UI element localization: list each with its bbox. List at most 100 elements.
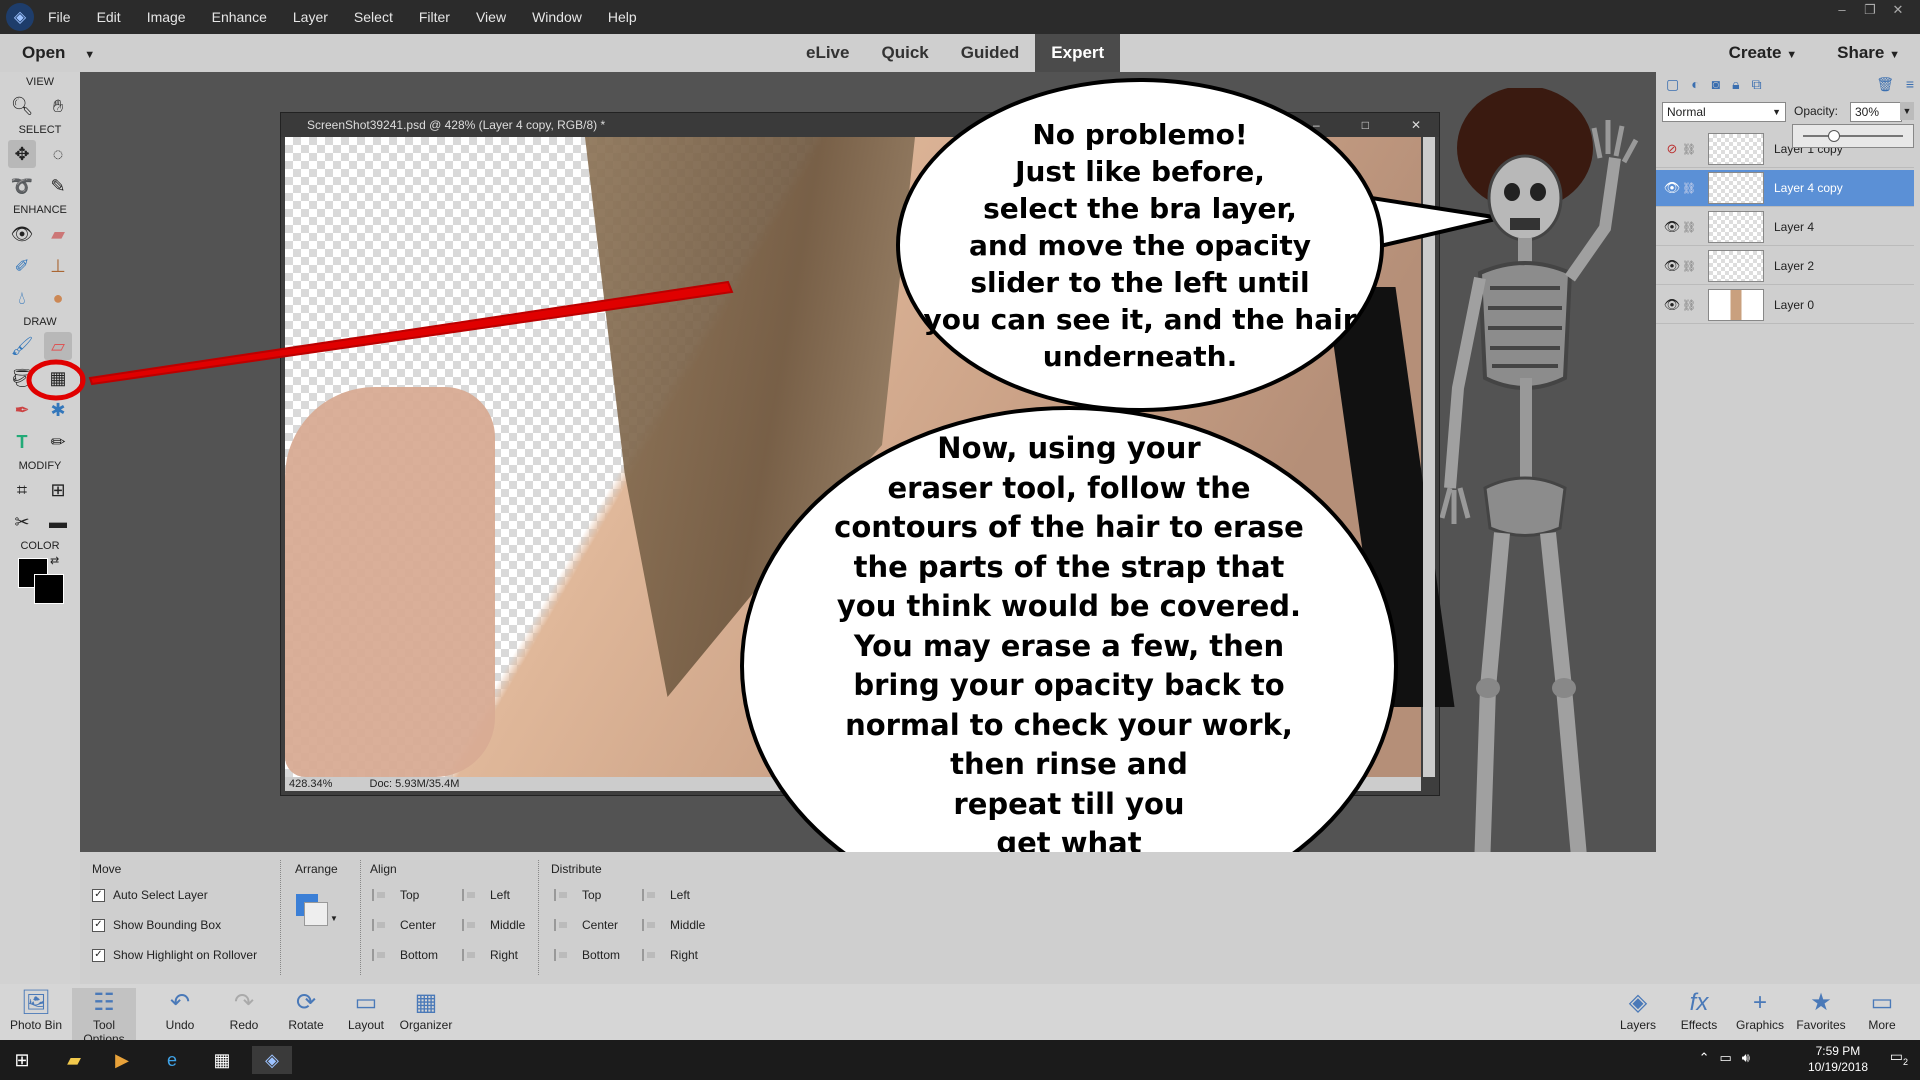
clock-date: 10/19/2018: [1807, 1060, 1868, 1074]
opacity-slider-track[interactable]: [1803, 135, 1903, 137]
hidden-eye-icon[interactable]: ⊘: [1662, 141, 1682, 157]
layer-name: Layer 4 copy: [1774, 181, 1843, 195]
align-right-button[interactable]: Right: [462, 948, 518, 962]
photo-bin-icon: 🖼︎: [20, 989, 52, 1016]
rotate-button[interactable]: ⟳ Rotate: [274, 988, 338, 1032]
internet-explorer-icon[interactable]: e: [156, 1046, 188, 1074]
distribute-center-button[interactable]: Center: [554, 918, 618, 932]
skeleton-mascot: [1440, 88, 1639, 952]
network-icon[interactable]: ▭: [1720, 1050, 1732, 1066]
divider: [360, 860, 362, 975]
lock-icon[interactable]: 🔒︎: [1732, 76, 1739, 93]
align-bottom-label: Bottom: [400, 948, 439, 962]
opacity-slider-popup: [1792, 124, 1914, 148]
layer-thumbnail: [1708, 289, 1764, 321]
link-icon[interactable]: ⛓: [1682, 299, 1696, 312]
rotate-label: Rotate: [288, 1018, 324, 1032]
layer-name: Layer 2: [1774, 259, 1815, 273]
distribute-heading: Distribute: [551, 862, 602, 876]
media-player-icon[interactable]: ▶: [106, 1046, 138, 1074]
align-center-icon: [372, 919, 388, 931]
calculator-icon[interactable]: ▦: [206, 1046, 238, 1074]
link-icon[interactable]: ⛓: [1682, 182, 1696, 195]
distribute-right-button[interactable]: Right: [642, 948, 698, 962]
checkbox-checked-icon: ✓: [92, 918, 105, 932]
layer-row-layer-4[interactable]: 👁︎ ⛓ Layer 4: [1656, 209, 1914, 246]
photo-bin-button[interactable]: 🖼︎ Photo Bin: [4, 988, 68, 1032]
align-left-button[interactable]: Left: [462, 888, 510, 902]
trash-icon[interactable]: 🗑︎: [1876, 76, 1894, 93]
organizer-icon: ▦: [414, 989, 438, 1016]
link-icon[interactable]: ⛓: [1682, 260, 1696, 273]
undo-button[interactable]: ↶ Undo: [148, 988, 212, 1032]
divider: [538, 860, 540, 975]
layer-row-layer-4-copy[interactable]: 👁︎ ⛓ Layer 4 copy: [1656, 170, 1914, 207]
adjustment-layer-icon[interactable]: ◐: [1691, 76, 1699, 93]
lock-all-icon[interactable]: ⧉: [1752, 76, 1762, 93]
file-explorer-icon[interactable]: ▰: [58, 1046, 90, 1074]
align-right-label: Right: [490, 948, 519, 962]
panel-menu-icon[interactable]: ≡: [1906, 76, 1914, 92]
arrange-button[interactable]: ▼: [296, 894, 338, 930]
eye-icon[interactable]: 👁︎: [1662, 219, 1682, 235]
undo-label: Undo: [165, 1018, 195, 1032]
distribute-left-button[interactable]: Left: [642, 888, 690, 902]
clock-time: 7:59 PM: [1815, 1044, 1861, 1058]
layout-button[interactable]: ▭ Layout: [334, 988, 398, 1032]
favorites-button[interactable]: ★ Favorites: [1789, 988, 1853, 1032]
align-middle-label: Middle: [490, 918, 526, 932]
speech-bubble-top: No problemo! Just like before, select th…: [896, 78, 1384, 412]
notification-center-icon[interactable]: ▭2: [1890, 1048, 1908, 1067]
distribute-left-icon: [642, 889, 658, 901]
opacity-input[interactable]: 30%: [1850, 102, 1902, 122]
volume-icon[interactable]: 🔊︎: [1742, 1050, 1750, 1066]
undo-icon: ↶: [169, 989, 191, 1016]
photoshop-elements-icon[interactable]: ◈: [252, 1046, 292, 1074]
opacity-dropdown-icon[interactable]: ▼: [1900, 102, 1914, 120]
favorites-label: Favorites: [1796, 1018, 1846, 1032]
chevron-down-icon: ▼: [330, 914, 338, 923]
tray-chevron-icon[interactable]: ⌃: [1699, 1050, 1710, 1066]
align-bottom-icon: [372, 949, 388, 961]
align-center-button[interactable]: Center: [372, 918, 436, 932]
arrange-heading: Arrange: [295, 862, 338, 876]
more-button[interactable]: ▭ More: [1850, 988, 1914, 1032]
layer-thumbnail: [1708, 211, 1764, 243]
windows-start-icon[interactable]: ⊞: [6, 1046, 38, 1074]
align-top-button[interactable]: Top: [372, 888, 419, 902]
distribute-left-label: Left: [670, 888, 691, 902]
layers-icon: ◈: [1628, 989, 1648, 1016]
opacity-slider-thumb[interactable]: [1828, 130, 1840, 142]
star-icon: ★: [1810, 989, 1832, 1016]
layer-mask-icon[interactable]: ◙: [1712, 76, 1720, 93]
eye-icon[interactable]: 👁︎: [1662, 258, 1682, 274]
system-tray: ⌃ ▭ 🔊︎: [1699, 1050, 1750, 1066]
layers-button[interactable]: ◈ Layers: [1606, 988, 1670, 1032]
align-right-icon: [462, 949, 478, 961]
eye-icon[interactable]: 👁︎: [1662, 297, 1682, 313]
align-middle-button[interactable]: Middle: [462, 918, 525, 932]
blend-mode-select[interactable]: Normal ▼: [1662, 102, 1786, 122]
clock[interactable]: 7:59 PM 10/19/2018: [1808, 1043, 1868, 1075]
tool-options-button[interactable]: ☷ Tool Options: [72, 988, 136, 1046]
align-bottom-button[interactable]: Bottom: [372, 948, 438, 962]
graphics-button[interactable]: + Graphics: [1728, 988, 1792, 1032]
distribute-bottom-button[interactable]: Bottom: [554, 948, 620, 962]
layer-row-layer-2[interactable]: 👁︎ ⛓ Layer 2: [1656, 248, 1914, 285]
move-heading: Move: [92, 862, 122, 876]
bounding-box-checkbox[interactable]: ✓ Show Bounding Box: [92, 918, 221, 932]
highlight-checkbox[interactable]: ✓ Show Highlight on Rollover: [92, 948, 257, 962]
layer-row-layer-0[interactable]: 👁︎ ⛓ Layer 0: [1656, 287, 1914, 324]
effects-button[interactable]: fx Effects: [1667, 988, 1731, 1032]
link-icon[interactable]: ⛓: [1682, 143, 1696, 156]
eye-icon[interactable]: 👁︎: [1662, 180, 1682, 196]
distribute-top-button[interactable]: Top: [554, 888, 601, 902]
organizer-label: Organizer: [399, 1018, 453, 1032]
organizer-button[interactable]: ▦ Organizer: [394, 988, 458, 1032]
distribute-middle-button[interactable]: Middle: [642, 918, 705, 932]
auto-select-checkbox[interactable]: ✓ Auto Select Layer: [92, 888, 208, 902]
align-left-icon: [462, 889, 478, 901]
redo-button[interactable]: ↷ Redo: [212, 988, 276, 1032]
link-icon[interactable]: ⛓: [1682, 221, 1696, 234]
new-layer-icon[interactable]: ▢: [1666, 76, 1679, 93]
